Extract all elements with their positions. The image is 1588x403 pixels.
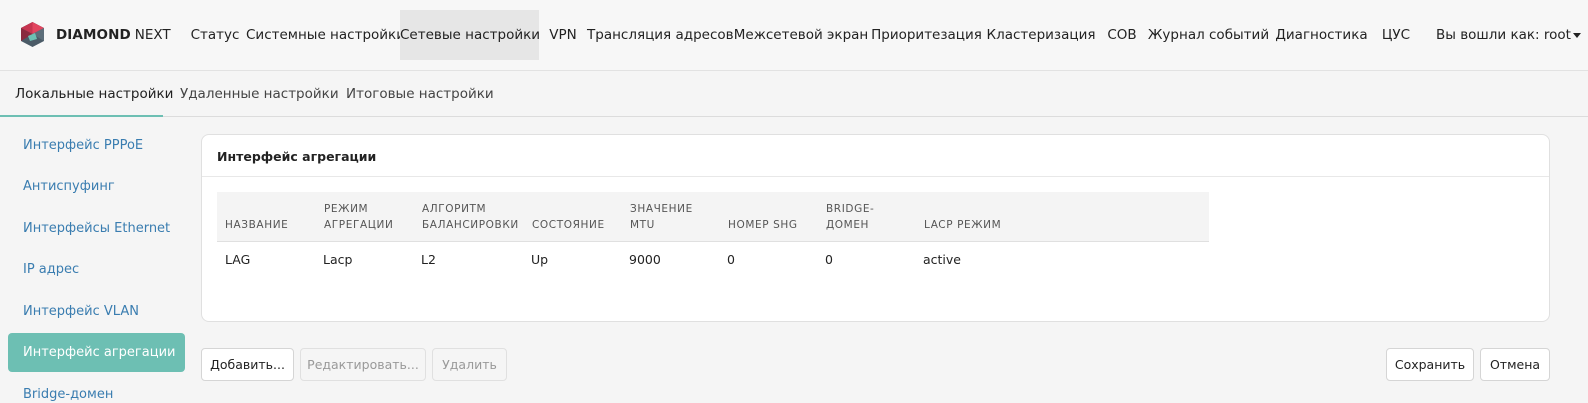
cell-state: Up <box>531 252 549 267</box>
tab-remote-settings[interactable]: Удаленные настройки <box>180 72 339 117</box>
sidebar-item-ip-address[interactable]: IP адрес <box>8 250 185 289</box>
user-menu[interactable]: Вы вошли как: root <box>1436 10 1581 60</box>
column-header-line: АЛГОРИТМ <box>422 203 487 215</box>
column-header-line: ДОМЕН <box>826 219 870 231</box>
add-button[interactable]: Добавить... <box>201 348 294 381</box>
column-header-line: MTU <box>630 219 655 231</box>
sidebar-item-bridge-domain[interactable]: Bridge-домен <box>8 375 185 403</box>
column-header-shg[interactable]: НОМЕР SHG <box>728 217 798 233</box>
nav-event-log[interactable]: Журнал событий <box>1146 10 1271 60</box>
column-header-lacp-mode[interactable]: LACP РЕЖИМ <box>924 217 1001 233</box>
panel-title: Интерфейс агрегации <box>217 149 377 164</box>
cell-lacp-mode: active <box>923 252 961 267</box>
nav-firewall[interactable]: Межсетевой экран <box>733 10 869 60</box>
sidebar: Интерфейс PPPoE Антиспуфинг Интерфейсы E… <box>0 118 192 403</box>
user-label: Вы вошли как: root <box>1436 27 1571 43</box>
column-header-line: РЕЖИМ <box>324 203 369 215</box>
nav-system-settings[interactable]: Системные настройки <box>246 10 405 60</box>
cell-name: LAG <box>225 252 251 267</box>
nav-nat[interactable]: Трансляция адресов <box>587 10 734 60</box>
nav-cus[interactable]: ЦУС <box>1372 10 1420 60</box>
cell-algorithm: L2 <box>421 252 436 267</box>
caret-down-icon <box>1572 32 1581 38</box>
brand-name: DIAMOND <box>56 26 131 43</box>
column-header-algorithm[interactable]: АЛГОРИТМ БАЛАНСИРОВКИ <box>422 201 519 233</box>
cell-mode: Lacp <box>323 252 353 267</box>
aggregation-panel: Интерфейс агрегации НАЗВАНИЕ РЕЖИМ АГРЕГ… <box>201 134 1550 322</box>
column-header-name[interactable]: НАЗВАНИЕ <box>225 217 288 233</box>
cancel-button[interactable]: Отмена <box>1480 348 1550 381</box>
column-header-state[interactable]: СОСТОЯНИЕ <box>532 217 605 233</box>
cell-mtu: 9000 <box>629 252 661 267</box>
column-header-mtu[interactable]: ЗНАЧЕНИЕ MTU <box>630 201 693 233</box>
tab-local-settings[interactable]: Локальные настройки <box>0 72 173 117</box>
sidebar-item-aggregation[interactable]: Интерфейс агрегации <box>8 333 185 372</box>
sidebar-item-pppoe[interactable]: Интерфейс PPPoE <box>8 126 185 165</box>
column-header-bridge-domain[interactable]: BRIDGE- ДОМЕН <box>826 201 874 233</box>
delete-button[interactable]: Удалить <box>432 348 507 381</box>
save-button[interactable]: Сохранить <box>1386 348 1474 381</box>
nav-network-settings[interactable]: Сетевые настройки <box>400 10 540 60</box>
sidebar-item-ethernet[interactable]: Интерфейсы Ethernet <box>8 209 185 248</box>
brand-suffix: NEXT <box>134 26 171 43</box>
diamond-logo-icon <box>21 22 44 47</box>
table-header: НАЗВАНИЕ РЕЖИМ АГРЕГАЦИИ АЛГОРИТМ БАЛАНС… <box>217 192 1209 242</box>
column-header-line: ЗНАЧЕНИЕ <box>630 203 693 215</box>
sub-tabs: Локальные настройки Удаленные настройки … <box>0 72 1588 117</box>
cell-shg: 0 <box>727 252 735 267</box>
column-header-line: BRIDGE- <box>826 203 875 215</box>
nav-vpn[interactable]: VPN <box>539 10 587 60</box>
column-header-line: АГРЕГАЦИИ <box>324 219 394 231</box>
top-navbar: DIAMOND NEXT Статус Системные настройки … <box>0 0 1588 71</box>
nav-ids[interactable]: СОВ <box>1098 10 1146 60</box>
panel-divider <box>202 176 1549 177</box>
column-header-mode[interactable]: РЕЖИМ АГРЕГАЦИИ <box>324 201 393 233</box>
app-logo[interactable]: DIAMOND NEXT <box>19 21 171 48</box>
nav-diagnostics[interactable]: Диагностика <box>1271 10 1372 60</box>
nav-clustering[interactable]: Кластеризация <box>984 10 1098 60</box>
tab-final-settings[interactable]: Итоговые настройки <box>346 72 494 117</box>
nav-prioritization[interactable]: Приоритезация <box>869 10 984 60</box>
nav-status[interactable]: Статус <box>184 10 246 60</box>
edit-button[interactable]: Редактировать... <box>300 348 426 381</box>
column-header-line: БАЛАНСИРОВКИ <box>422 219 519 231</box>
sidebar-item-vlan[interactable]: Интерфейс VLAN <box>8 292 185 331</box>
sidebar-item-antispoofing[interactable]: Антиспуфинг <box>8 167 185 206</box>
cell-bridge-domain: 0 <box>825 252 833 267</box>
